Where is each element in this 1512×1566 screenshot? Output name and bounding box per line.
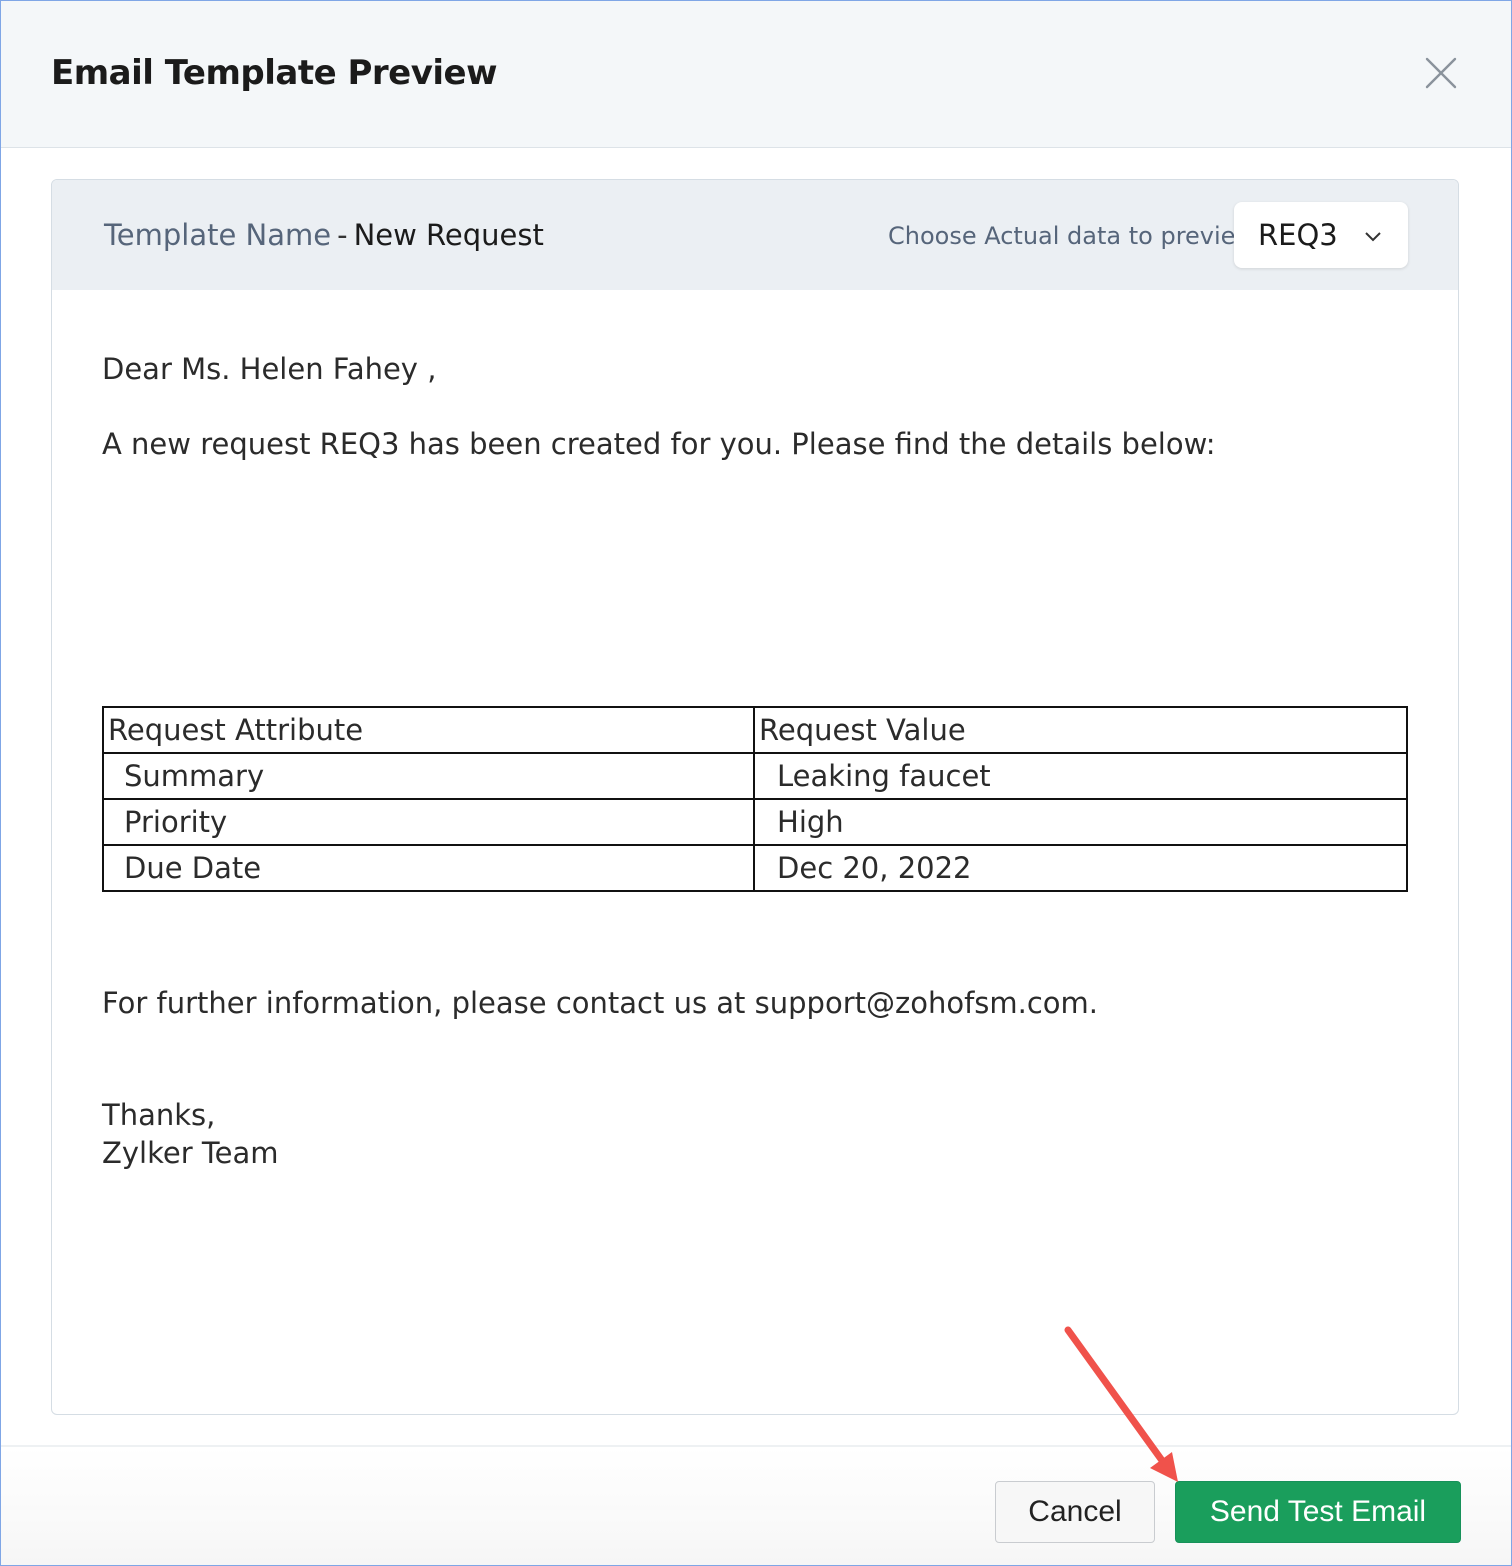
email-contact-line: For further information, please contact … — [102, 986, 1099, 1020]
table-cell-attribute: Due Date — [101, 844, 756, 892]
table-row: Priority High — [101, 798, 1408, 846]
table-cell-attribute: Priority — [101, 798, 756, 846]
template-name-separator: - — [337, 218, 348, 252]
cancel-button[interactable]: Cancel — [995, 1481, 1155, 1543]
send-test-email-button[interactable]: Send Test Email — [1175, 1481, 1461, 1543]
email-signature: Zylker Team — [102, 1136, 279, 1170]
email-template-preview-dialog: Email Template Preview Template Name - New… — [0, 0, 1512, 1566]
table-row: Due Date Dec 20, 2022 — [101, 844, 1408, 892]
dialog-footer: Cancel Send Test Email — [1, 1445, 1511, 1565]
email-greeting: Dear Ms. Helen Fahey , — [102, 352, 437, 386]
table-cell-value: High — [753, 798, 1408, 846]
dialog-header: Email Template Preview — [1, 1, 1511, 148]
template-name-label: Template Name - New Request — [104, 218, 544, 252]
template-name-value: New Request — [353, 218, 544, 252]
chevron-down-icon — [1365, 232, 1381, 242]
table-cell-value: Dec 20, 2022 — [753, 844, 1408, 892]
choose-data-label: Choose Actual data to preview — [888, 222, 1256, 250]
template-name-caption: Template Name — [104, 218, 332, 252]
record-select-dropdown[interactable]: REQ3 — [1234, 202, 1408, 268]
table-header-value: Request Value — [753, 706, 1408, 754]
email-signoff: Thanks, — [102, 1098, 216, 1132]
dialog-title: Email Template Preview — [51, 53, 498, 93]
table-cell-value: Leaking faucet — [753, 752, 1408, 800]
record-select-value: REQ3 — [1258, 218, 1338, 252]
table-header-attribute: Request Attribute — [101, 706, 756, 754]
preview-panel: Template Name - New Request Choose Actual … — [51, 179, 1459, 1415]
close-button[interactable] — [1421, 53, 1461, 93]
table-header-row: Request Attribute Request Value — [101, 706, 1408, 754]
preview-toolbar: Template Name - New Request Choose Actual … — [52, 180, 1458, 290]
request-details-table: Request Attribute Request Value Summary … — [101, 706, 1408, 892]
email-intro: A new request REQ3 has been created for … — [102, 427, 1216, 461]
table-cell-attribute: Summary — [101, 752, 756, 800]
close-icon — [1425, 57, 1457, 89]
table-row: Summary Leaking faucet — [101, 752, 1408, 800]
